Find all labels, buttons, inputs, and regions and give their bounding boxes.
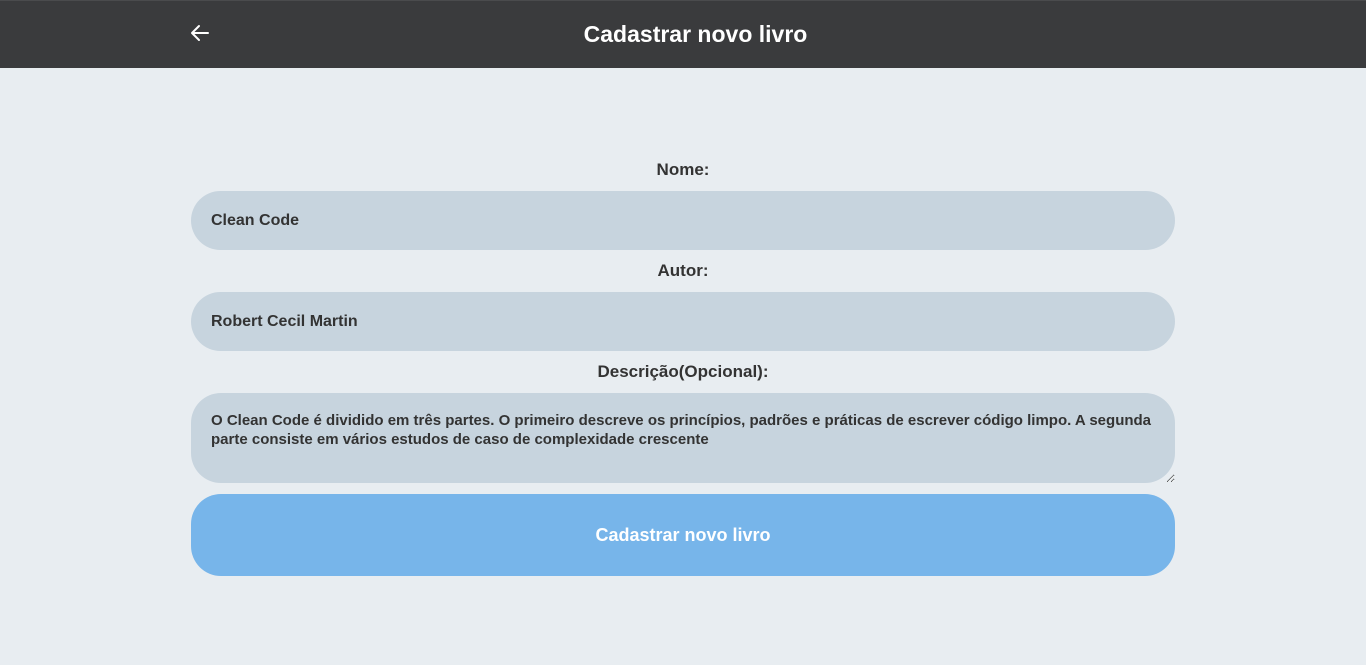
author-field-group: Autor: — [191, 261, 1175, 361]
name-input[interactable] — [191, 191, 1175, 250]
author-input[interactable] — [191, 292, 1175, 351]
author-label: Autor: — [657, 261, 709, 280]
top-bar: Cadastrar novo livro — [0, 0, 1366, 68]
description-label: Descrição(Opcional): — [597, 362, 769, 381]
page-title: Cadastrar novo livro — [583, 21, 808, 47]
name-field-group: Nome: — [191, 160, 1175, 260]
description-textarea[interactable]: O Clean Code é dividido em três partes. … — [191, 393, 1175, 483]
submit-button[interactable]: Cadastrar novo livro — [191, 494, 1175, 576]
description-field-group: Descrição(Opcional): O Clean Code é divi… — [191, 362, 1175, 493]
submit-group: Cadastrar novo livro — [191, 494, 1175, 576]
name-label: Nome: — [656, 160, 710, 179]
